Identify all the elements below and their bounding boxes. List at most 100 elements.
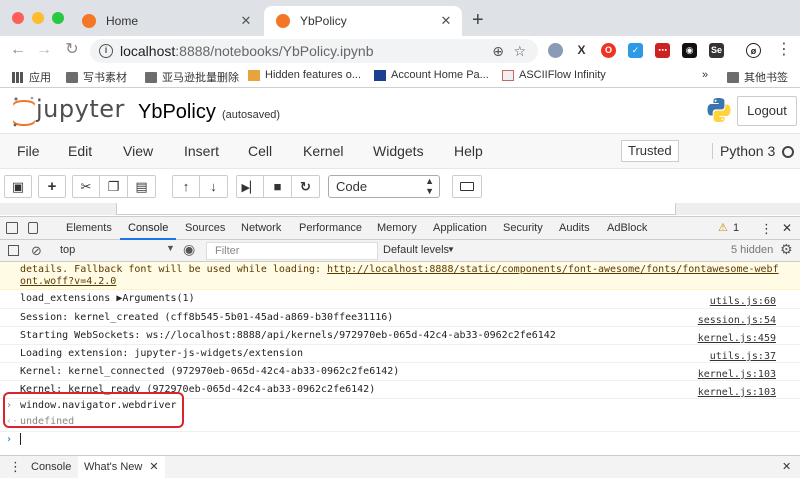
font-url-link-continued[interactable]: ont.woff?v=4.2.0	[20, 276, 116, 287]
log-levels-dropdown[interactable]: Default levels	[383, 244, 449, 256]
mask-extension-icon[interactable]: ◉	[682, 43, 697, 58]
bookmark-other-folder[interactable]: 其他书签	[727, 69, 788, 85]
step-forward-icon: ▶▏	[241, 182, 259, 194]
warning-count[interactable]: 1	[733, 217, 739, 240]
console-settings-gear-icon[interactable]: ⚙	[780, 241, 793, 258]
bird-extension-icon[interactable]: ✓	[628, 43, 643, 58]
refresh-icon: ↻	[300, 179, 311, 194]
browser-menu-icon[interactable]: ⋮	[774, 40, 794, 60]
se-extension-icon[interactable]: Se	[709, 43, 724, 58]
trusted-notebook-button[interactable]: Trusted	[621, 140, 679, 162]
hidden-messages-count: 5 hidden	[731, 244, 774, 256]
devtools-tab-console[interactable]: Console	[120, 217, 177, 240]
clear-console-icon[interactable]: ⊘	[31, 243, 42, 259]
browser-tab-strip: Home ✕ YbPolicy ✕ +	[0, 0, 800, 36]
forward-arrow-icon[interactable]: →	[34, 40, 54, 60]
devtools-tab-adblock[interactable]: AdBlock	[607, 217, 647, 240]
kernel-name[interactable]: Python 3	[712, 143, 775, 159]
close-window-button[interactable]	[12, 12, 24, 24]
drawer-tab-console[interactable]: Console	[31, 456, 71, 479]
folder-icon	[727, 71, 739, 83]
opera-extension-icon[interactable]: O	[601, 43, 616, 58]
browser-tab-ybpolicy[interactable]: YbPolicy ✕	[264, 6, 462, 36]
restart-kernel-button[interactable]: ↻	[292, 175, 320, 198]
sidebar-toggle-icon[interactable]	[8, 245, 19, 256]
url-bar[interactable]: i localhost:8888/notebooks/YbPolicy.ipyn…	[90, 39, 538, 63]
bookmark-folder-amazon[interactable]: 亚马逊批量删除	[145, 69, 239, 85]
save-button[interactable]: ▣	[4, 175, 32, 198]
notebook-title[interactable]: YbPolicy	[138, 101, 216, 124]
console-prompt-line[interactable]: ›	[0, 432, 800, 450]
interrupt-kernel-button[interactable]: ■	[264, 175, 292, 198]
logout-button[interactable]: Logout	[737, 96, 797, 126]
live-expression-eye-icon[interactable]: ◉	[183, 241, 195, 258]
bookmark-asciiflow[interactable]: ASCIIFlow Infinity	[502, 69, 606, 81]
menu-kernel[interactable]: Kernel	[303, 143, 343, 159]
devtools-tab-memory[interactable]: Memory	[377, 217, 417, 240]
jupyter-header: jupyter YbPolicy (autosaved) Logout	[0, 89, 800, 133]
close-tab-icon[interactable]: ✕	[238, 13, 254, 29]
maximize-window-button[interactable]	[52, 12, 64, 24]
execution-context-select[interactable]: top	[60, 244, 75, 256]
browser-tab-home[interactable]: Home ✕	[70, 6, 262, 36]
profile-icon[interactable]: ø	[746, 43, 761, 58]
context-dropdown-icon[interactable]: ▼	[166, 243, 175, 253]
devtools-menu-icon[interactable]: ⋮	[760, 217, 773, 240]
devtools-tab-network[interactable]: Network	[241, 217, 281, 240]
tab-title: Home	[106, 14, 139, 28]
drawer-menu-icon[interactable]: ⋮	[9, 456, 22, 479]
move-cell-up-button[interactable]: ↑	[172, 175, 200, 198]
copy-cell-button[interactable]: ❐	[100, 175, 128, 198]
new-tab-button[interactable]: +	[472, 8, 484, 32]
menu-cell[interactable]: Cell	[248, 143, 272, 159]
zoom-icon[interactable]: ⊕	[492, 39, 504, 63]
close-drawer-icon[interactable]: ✕	[782, 456, 791, 479]
minimize-window-button[interactable]	[32, 12, 44, 24]
bookmark-apps[interactable]: 应用	[12, 69, 51, 85]
close-tab-icon[interactable]: ✕	[438, 13, 454, 29]
extension-circle-icon[interactable]	[548, 43, 563, 58]
bookmark-account-home[interactable]: Account Home Pa...	[374, 69, 489, 81]
bookmark-folder-writing[interactable]: 写书素材	[66, 69, 127, 85]
insert-cell-below-button[interactable]: +	[38, 175, 66, 198]
bookmarks-bar: 应用 写书素材 亚马逊批量删除 Hidden features o... Acc…	[0, 64, 800, 88]
devtools-tab-application[interactable]: Application	[433, 217, 487, 240]
cut-cell-button[interactable]: ✂	[72, 175, 100, 198]
bookmark-star-icon[interactable]: ☆	[513, 39, 526, 63]
menu-view[interactable]: View	[123, 143, 153, 159]
plus-icon: +	[47, 178, 57, 195]
bookmark-hidden-features[interactable]: Hidden features o...	[248, 69, 361, 81]
notebook-cell[interactable]	[116, 203, 676, 215]
devtools-tab-elements[interactable]: Elements	[66, 217, 112, 240]
message-text[interactable]: load_extensions ▶Arguments(1)	[20, 293, 195, 304]
inspect-element-icon[interactable]	[6, 222, 18, 234]
devtools-tab-security[interactable]: Security	[503, 217, 543, 240]
devtools-tab-audits[interactable]: Audits	[559, 217, 590, 240]
devtools-tab-sources[interactable]: Sources	[185, 217, 225, 240]
site-info-icon[interactable]: i	[99, 44, 113, 58]
font-url-link[interactable]: http://localhost:8888/static/components/…	[327, 264, 779, 275]
warning-triangle-icon[interactable]: ⚠	[718, 217, 728, 240]
bookmarks-overflow-button[interactable]: »	[702, 69, 708, 81]
cell-type-select[interactable]: Code ▲ ▼	[328, 175, 440, 198]
autosave-status: (autosaved)	[222, 109, 281, 121]
menu-help[interactable]: Help	[454, 143, 483, 159]
menu-widgets[interactable]: Widgets	[373, 143, 424, 159]
dots-extension-icon[interactable]: ⋯	[655, 43, 670, 58]
console-filter-input[interactable]: Filter	[206, 242, 378, 260]
menu-insert[interactable]: Insert	[184, 143, 219, 159]
drawer-tab-whats-new[interactable]: What's New ✕	[78, 456, 165, 479]
devtools-tab-performance[interactable]: Performance	[299, 217, 362, 240]
close-drawer-tab-icon[interactable]: ✕	[149, 461, 158, 473]
close-devtools-icon[interactable]: ✕	[782, 217, 792, 240]
run-cell-button[interactable]: ▶▏	[236, 175, 264, 198]
back-arrow-icon[interactable]: ←	[8, 40, 28, 60]
menu-file[interactable]: File	[17, 143, 40, 159]
menu-edit[interactable]: Edit	[68, 143, 92, 159]
reload-icon[interactable]: ↻	[62, 40, 82, 60]
command-palette-button[interactable]	[452, 175, 482, 198]
paste-cell-button[interactable]: ▤	[128, 175, 156, 198]
device-toolbar-icon[interactable]	[28, 222, 38, 234]
move-cell-down-button[interactable]: ↓	[200, 175, 228, 198]
extension-x-icon[interactable]: X	[574, 43, 589, 58]
